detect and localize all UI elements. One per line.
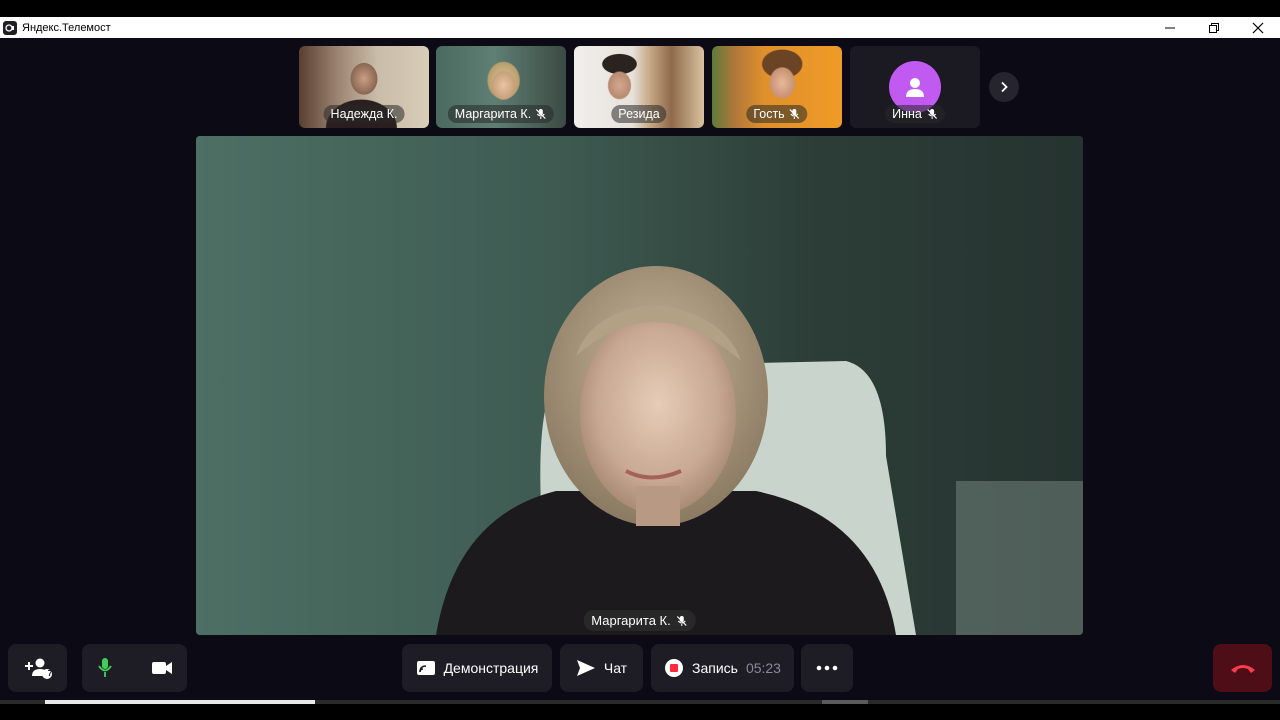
participant-name: Маргарита К.	[454, 107, 532, 121]
invite-participants-button[interactable]: 7	[8, 644, 67, 692]
participant-name-tag: Резида	[611, 105, 667, 123]
participant-name-tag: Маргарита К.	[447, 105, 555, 123]
participant-tile[interactable]: Надежда К.	[299, 46, 429, 128]
record-icon	[665, 659, 683, 677]
participant-name: Надежда К.	[330, 107, 398, 121]
send-icon	[576, 660, 595, 676]
microphone-button[interactable]	[96, 657, 114, 679]
participant-name: Гость	[753, 107, 785, 121]
invite-count: 7	[47, 669, 53, 678]
next-participants-button[interactable]	[989, 72, 1019, 102]
participant-tile[interactable]: Гость	[712, 46, 842, 128]
chevron-right-icon	[1001, 81, 1008, 93]
participant-name-tag: Инна	[885, 105, 945, 123]
record-timer: 05:23	[745, 660, 781, 676]
conference-stage: Надежда К. Маргарита К. Резида Гость Инн…	[0, 38, 1280, 700]
participant-tile[interactable]: Инна	[850, 46, 980, 128]
window-titlebar: Яндекс.Телемост	[0, 17, 1280, 38]
speaker-name-tag: Маргарита К.	[583, 610, 696, 631]
camera-icon	[151, 662, 172, 674]
record-button[interactable]: Запись 05:23	[651, 644, 794, 692]
mic-off-icon	[789, 108, 801, 120]
camera-button[interactable]	[151, 660, 173, 676]
letterbox-top	[0, 0, 1280, 17]
chat-label: Чат	[603, 660, 628, 676]
speaker-video-frame	[196, 136, 1083, 635]
microphone-icon	[98, 658, 112, 677]
letterbox-bottom	[0, 704, 1280, 720]
participant-tile[interactable]: Маргарита К.	[436, 46, 566, 128]
more-dots-icon	[816, 665, 838, 671]
record-label: Запись	[692, 660, 738, 676]
participant-name: Резида	[618, 107, 660, 121]
more-options-button[interactable]	[801, 644, 853, 692]
chat-button[interactable]: Чат	[560, 644, 643, 692]
hang-up-button[interactable]	[1213, 644, 1272, 692]
minimize-icon[interactable]	[1148, 17, 1192, 38]
screen-share-label: Демонстрация	[443, 660, 539, 676]
speaker-video: Маргарита К.	[196, 136, 1083, 635]
hang-up-icon	[1230, 665, 1255, 673]
media-controls	[82, 644, 187, 692]
speaker-name: Маргарита К.	[591, 613, 671, 628]
window-title: Яндекс.Телемост	[22, 21, 111, 34]
screen-share-button[interactable]: Демонстрация	[402, 644, 552, 692]
mic-off-icon	[676, 615, 688, 627]
telemost-icon	[3, 20, 17, 35]
participant-name: Инна	[892, 107, 922, 121]
mic-off-icon	[926, 108, 938, 120]
user-icon	[906, 78, 924, 97]
mic-off-icon	[535, 108, 547, 120]
restore-icon[interactable]	[1192, 17, 1236, 38]
participant-name-tag: Гость	[746, 105, 808, 123]
participant-name-tag: Надежда К.	[323, 105, 405, 123]
screen-share-icon	[416, 661, 435, 675]
close-icon[interactable]	[1236, 17, 1280, 38]
participant-tile[interactable]: Резида	[574, 46, 704, 128]
